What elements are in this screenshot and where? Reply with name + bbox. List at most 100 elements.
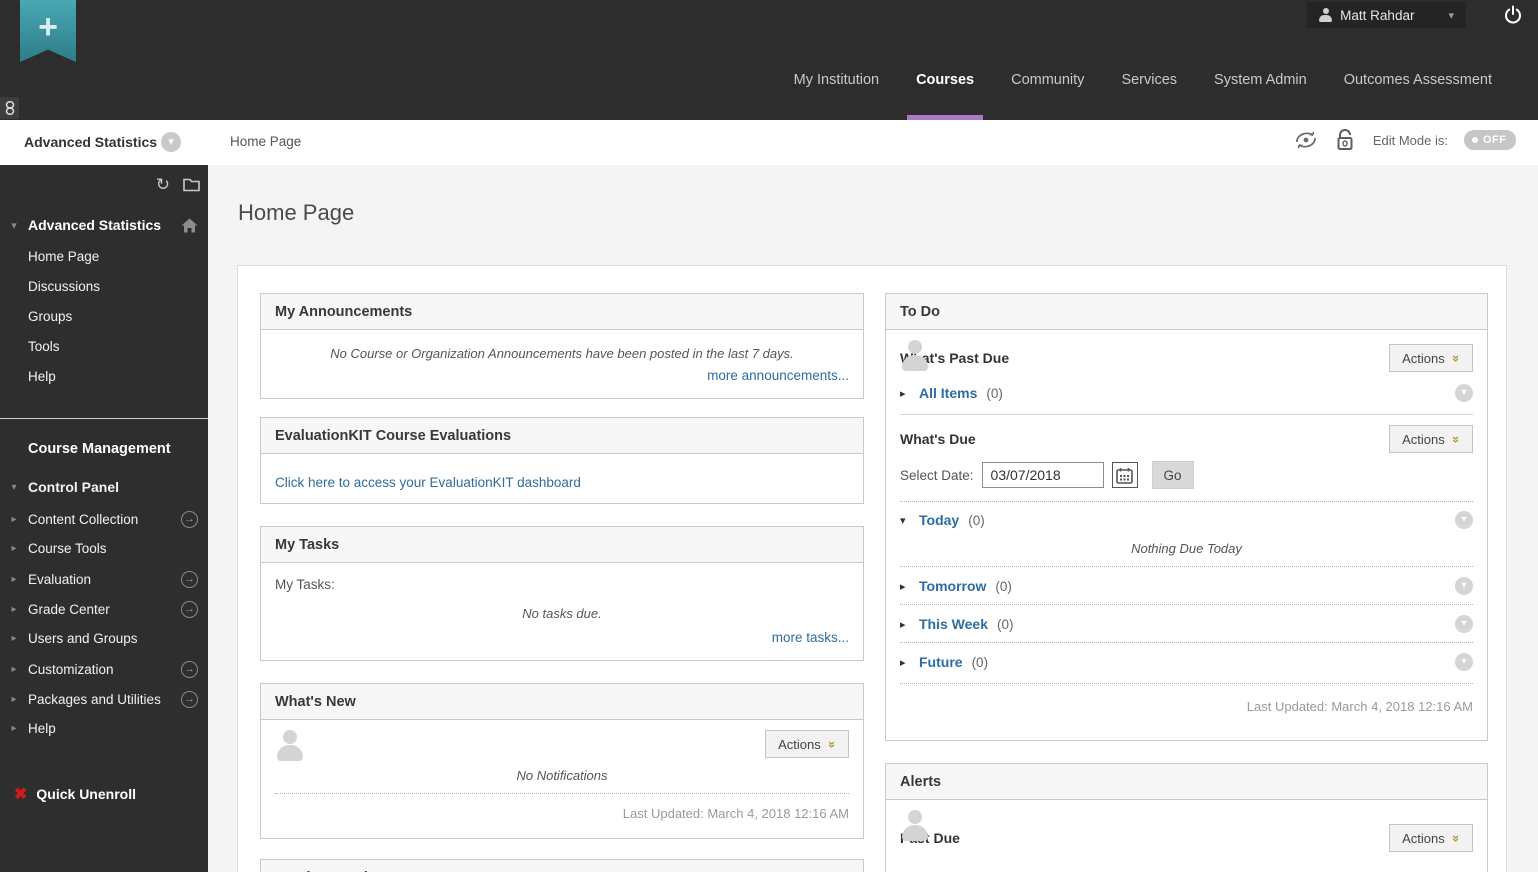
- tab-courses[interactable]: Courses: [907, 58, 984, 120]
- sidebar-item-cm-help[interactable]: ▸ Help: [0, 721, 208, 736]
- more-tasks-link[interactable]: more tasks...: [772, 630, 849, 645]
- tab-my-institution[interactable]: My Institution: [794, 58, 879, 120]
- collapse-circle-icon[interactable]: ▾: [1455, 384, 1473, 402]
- user-menu[interactable]: Matt Rahdar ▾: [1307, 2, 1466, 28]
- announcements-empty-text: No Course or Organization Announcements …: [330, 346, 794, 361]
- calendar-icon: [1116, 467, 1133, 484]
- more-announcements-link[interactable]: more announcements...: [707, 368, 849, 383]
- chevron-right-icon: ▸: [11, 574, 17, 585]
- collapse-circle-icon[interactable]: ▾: [1455, 653, 1473, 671]
- student-preview-button[interactable]: [1293, 129, 1319, 151]
- tomorrow-toggle[interactable]: ▸ Tomorrow (0) ▾: [886, 577, 1487, 595]
- course-management-header: Course Management: [0, 441, 208, 457]
- quick-unenroll-label: Quick Unenroll: [36, 786, 136, 802]
- blackboard-logo[interactable]: +: [20, 0, 76, 62]
- unlocked-padlock-icon: [1337, 129, 1353, 150]
- sidebar-item-discussions[interactable]: Discussions: [28, 279, 100, 294]
- module-alerts: Alerts Past Due Actions »: [885, 763, 1488, 872]
- past-due-actions-button[interactable]: Actions »: [1389, 344, 1473, 372]
- whats-new-last-updated: Last Updated: March 4, 2018 12:16 AM: [622, 806, 849, 821]
- all-items-toggle[interactable]: ▸ All Items (0) ▾: [886, 384, 1487, 402]
- course-management-title: Course Management: [28, 441, 171, 457]
- alerts-actions-button[interactable]: Actions »: [1389, 824, 1473, 852]
- double-chevron-down-icon: »: [824, 740, 840, 748]
- sidebar-item-control-panel[interactable]: ▾ Control Panel: [0, 479, 208, 495]
- divider: [900, 604, 1473, 605]
- edit-mode-toggle[interactable]: OFF: [1464, 130, 1516, 150]
- open-in-new-arrow-icon[interactable]: →: [181, 511, 198, 528]
- accessibility-link-chip[interactable]: [0, 97, 19, 119]
- sidebar-item-users-and-groups[interactable]: ▸ Users and Groups: [0, 631, 208, 646]
- top-navigation-bar: + Matt Rahdar ▾ My Institution Courses C…: [0, 0, 1538, 120]
- this-week-toggle[interactable]: ▸ This Week (0) ▾: [886, 615, 1487, 633]
- breadcrumb-bar: Advanced Statistics ▾ Home Page Edit Mod…: [0, 120, 1538, 165]
- student-preview-icon: [1295, 131, 1316, 149]
- tab-outcomes-assessment[interactable]: Outcomes Assessment: [1344, 58, 1492, 120]
- chevron-right-icon: ▸: [900, 618, 906, 631]
- breadcrumb-menu-button[interactable]: ▾: [161, 132, 181, 152]
- future-toggle[interactable]: ▸ Future (0) ▾: [886, 653, 1487, 671]
- sidebar-item-groups[interactable]: Groups: [28, 309, 72, 324]
- tab-community[interactable]: Community: [1011, 58, 1084, 120]
- sidebar-item-help[interactable]: Help: [28, 369, 56, 384]
- quick-unenroll-button[interactable]: ✖ Quick Unenroll: [14, 784, 136, 804]
- divider: [900, 642, 1473, 643]
- module-my-tasks: My Tasks My Tasks: No tasks due. more ta…: [260, 526, 864, 661]
- course-menu-title: Advanced Statistics: [28, 217, 162, 233]
- folder-icon: [183, 178, 200, 192]
- divider: [900, 566, 1473, 567]
- sidebar-item-customization[interactable]: ▸ Customization →: [0, 661, 208, 678]
- sidebar-item-packages-and-utilities[interactable]: ▸ Packages and Utilities →: [0, 691, 208, 708]
- today-toggle[interactable]: ▾ Today (0) ▾: [886, 511, 1487, 529]
- module-my-announcements: My Announcements No Course or Organizati…: [260, 293, 864, 399]
- module-title: Needs Attention: [261, 860, 863, 872]
- whats-due-actions-button[interactable]: Actions »: [1389, 425, 1473, 453]
- sidebar-item-grade-center[interactable]: ▸ Grade Center →: [0, 601, 208, 618]
- sidebar-item-course-tools[interactable]: ▸ Course Tools: [0, 541, 208, 556]
- chevron-right-icon: ▸: [11, 723, 17, 734]
- double-chevron-down-icon: »: [1448, 435, 1464, 443]
- chevron-right-icon: ▸: [900, 580, 906, 593]
- module-title: EvaluationKIT Course Evaluations: [261, 418, 863, 454]
- sidebar-divider: [0, 418, 208, 419]
- chevron-right-icon: ▸: [11, 514, 17, 525]
- open-in-new-arrow-icon[interactable]: →: [181, 571, 198, 588]
- logout-button[interactable]: [1498, 1, 1528, 29]
- whats-new-actions-button[interactable]: Actions »: [765, 730, 849, 758]
- evaluationkit-dashboard-link[interactable]: Click here to access your EvaluationKIT …: [275, 475, 581, 490]
- open-in-new-arrow-icon[interactable]: →: [181, 601, 198, 618]
- course-sidebar: ↻ ▾ Advanced Statistics Home Page Discus…: [0, 165, 208, 872]
- todo-last-updated: Last Updated: March 4, 2018 12:16 AM: [1246, 699, 1473, 714]
- module-whats-new: What's New Actions » No Notifications La…: [260, 683, 864, 839]
- collapse-circle-icon[interactable]: ▾: [1455, 577, 1473, 595]
- today-empty-text: Nothing Due Today: [1131, 541, 1242, 556]
- sidebar-item-home-page[interactable]: Home Page: [28, 249, 99, 264]
- folder-view-button[interactable]: [183, 178, 200, 192]
- chevron-right-icon: ▸: [900, 656, 906, 669]
- go-button[interactable]: Go: [1151, 461, 1194, 489]
- collapse-circle-icon[interactable]: ▾: [1455, 615, 1473, 633]
- plus-logo-icon: +: [38, 8, 58, 46]
- sidebar-item-tools[interactable]: Tools: [28, 339, 60, 354]
- sidebar-item-evaluation[interactable]: ▸ Evaluation →: [0, 571, 208, 588]
- tab-system-admin[interactable]: System Admin: [1214, 58, 1307, 120]
- course-menu-header[interactable]: ▾ Advanced Statistics: [0, 217, 208, 233]
- collapse-circle-icon[interactable]: ▾: [1455, 511, 1473, 529]
- lock-toggle-button[interactable]: [1335, 128, 1357, 152]
- edit-mode-label: Edit Mode is:: [1372, 132, 1448, 148]
- chevron-right-icon: ▸: [11, 664, 17, 675]
- divider: [900, 414, 1473, 415]
- user-silhouette-icon: [275, 730, 305, 762]
- open-in-new-arrow-icon[interactable]: →: [181, 661, 198, 678]
- modules-panel: My Announcements No Course or Organizati…: [237, 265, 1507, 872]
- toggle-dot-icon: [1472, 137, 1478, 143]
- calendar-picker-button[interactable]: [1111, 462, 1138, 488]
- tab-services[interactable]: Services: [1121, 58, 1177, 120]
- refresh-menu-button[interactable]: ↻: [156, 175, 170, 195]
- chevron-down-icon: ▾: [11, 219, 17, 232]
- select-date-input[interactable]: [981, 462, 1104, 488]
- sidebar-item-content-collection[interactable]: ▸ Content Collection →: [0, 511, 208, 528]
- edit-mode-value: OFF: [1483, 134, 1507, 146]
- module-title: My Announcements: [261, 294, 863, 330]
- open-in-new-arrow-icon[interactable]: →: [181, 691, 198, 708]
